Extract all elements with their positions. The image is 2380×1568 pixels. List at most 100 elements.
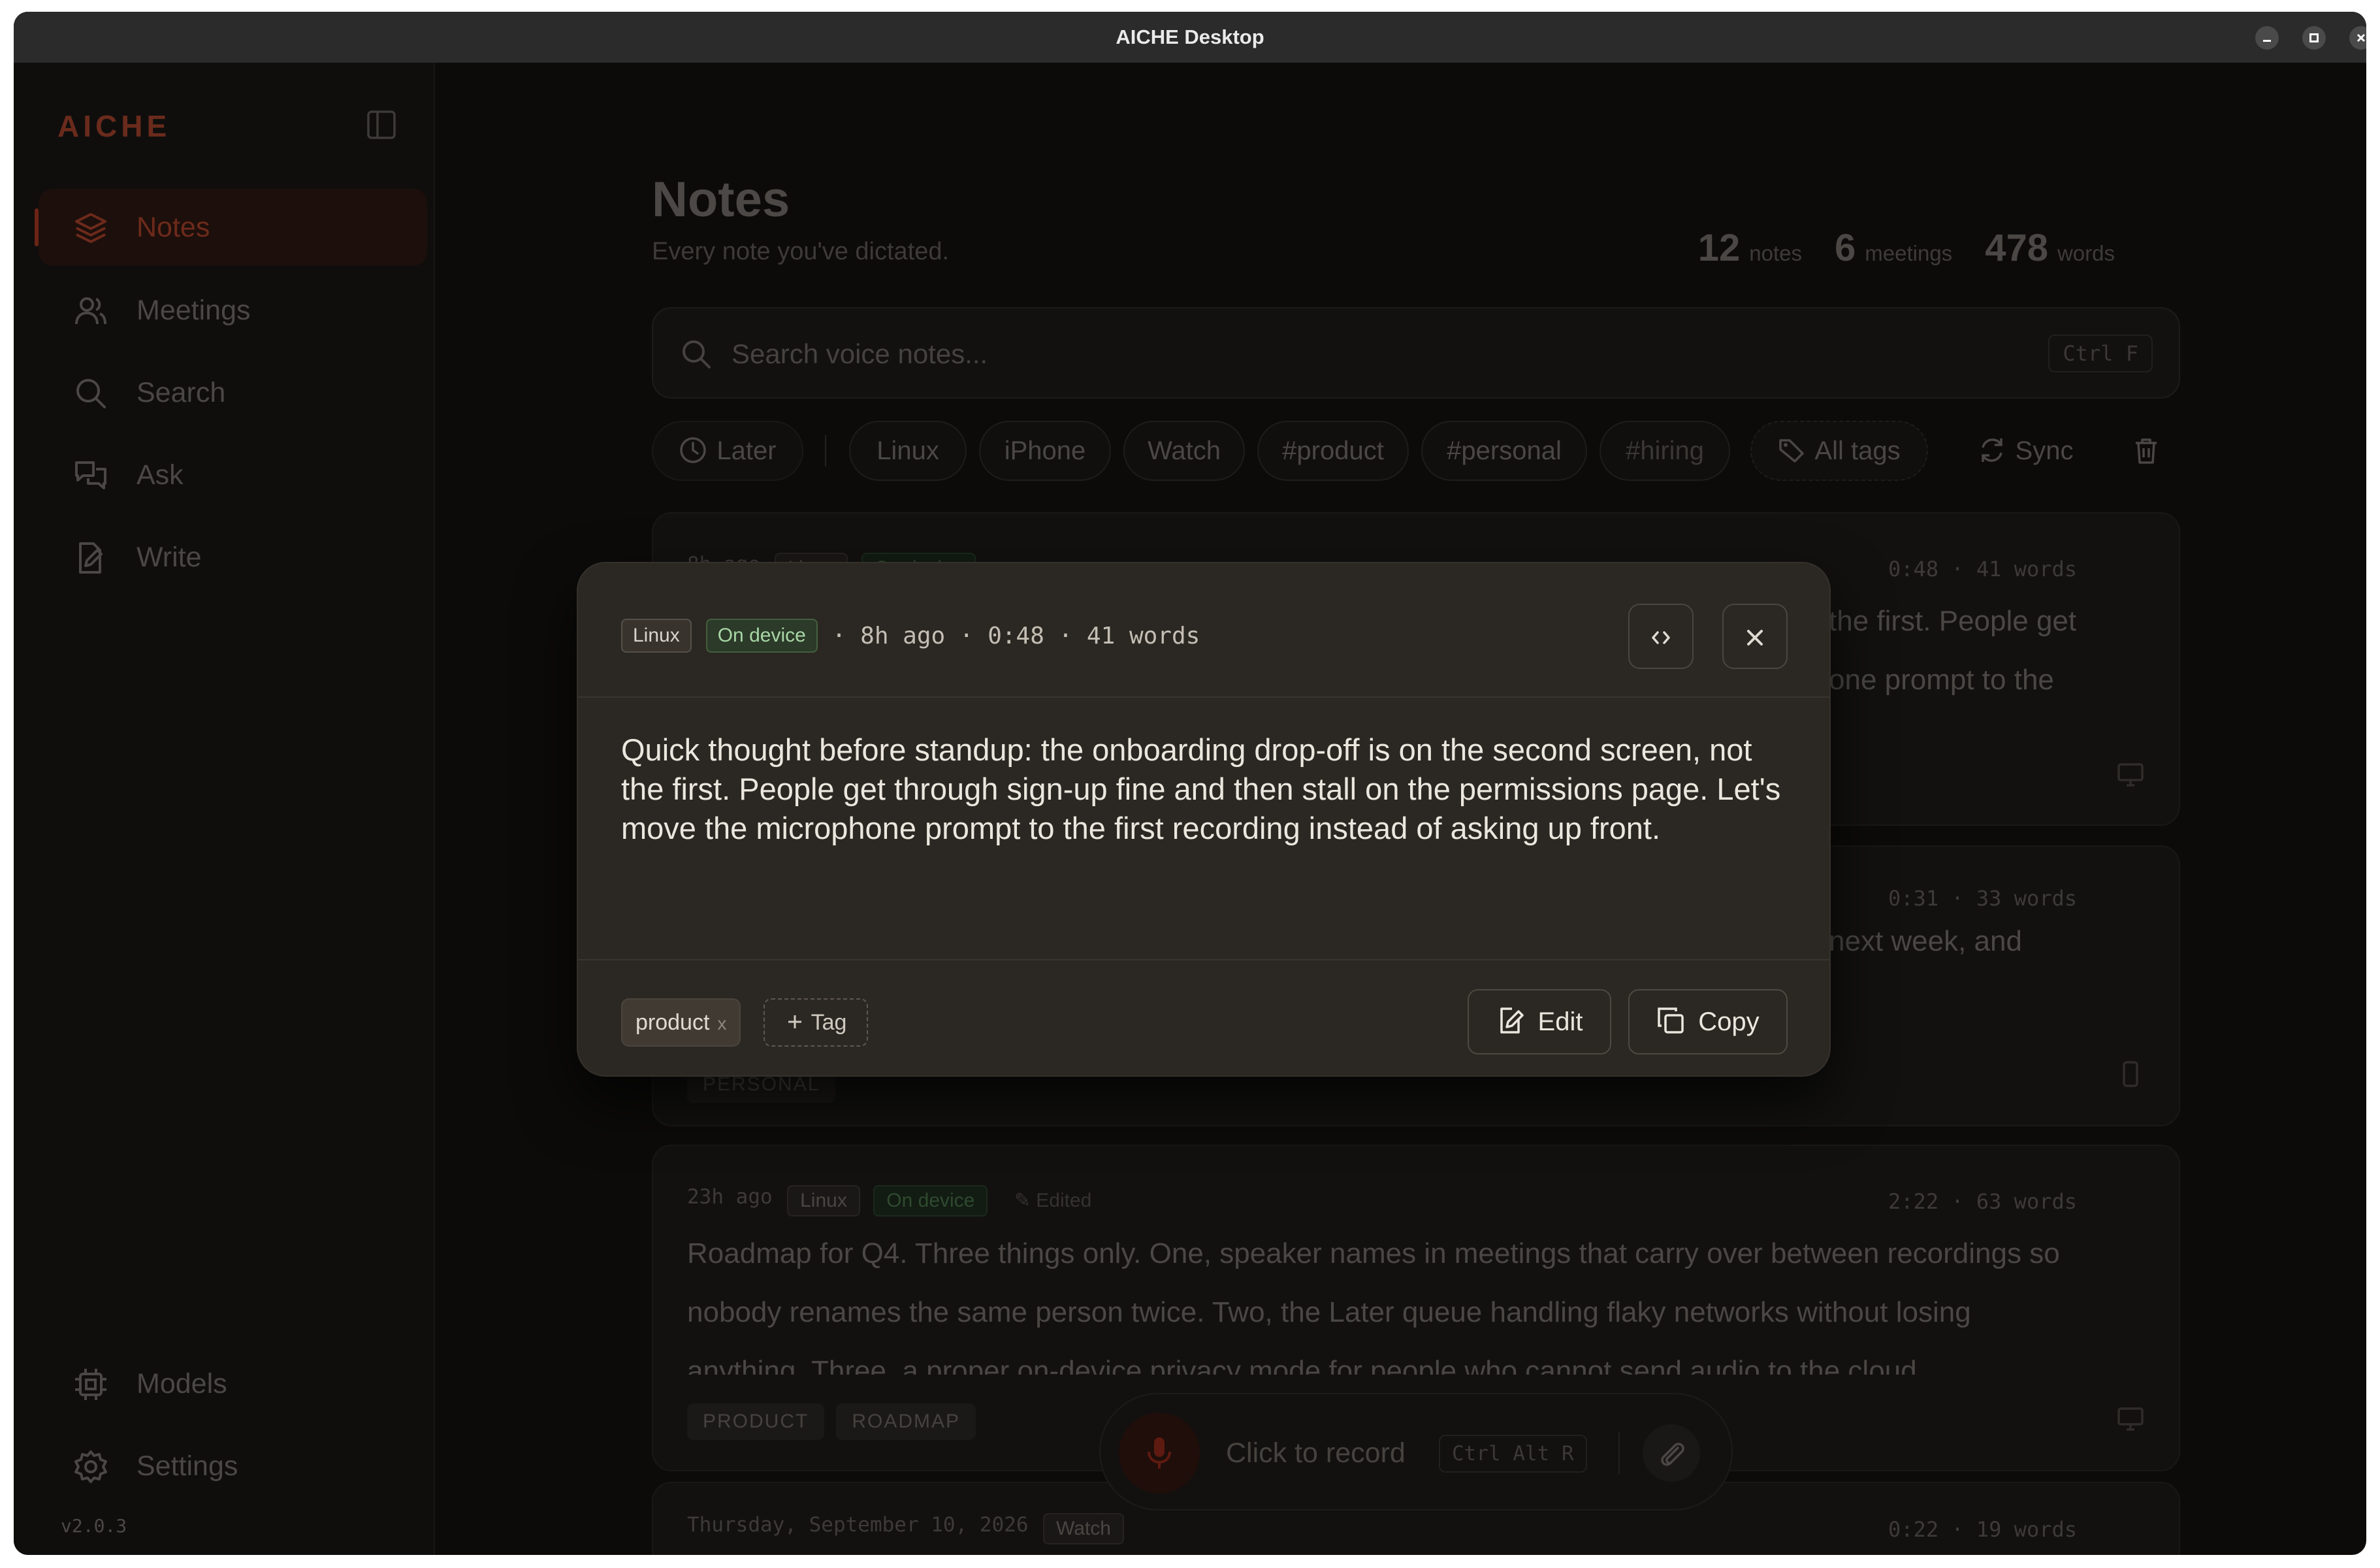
sidebar-item-settings[interactable]: Settings xyxy=(39,1428,427,1505)
filter-chip-linux[interactable]: Linux xyxy=(849,421,967,481)
note-tag-chip: product x xyxy=(621,998,741,1047)
device-badge: Linux xyxy=(787,1185,860,1217)
filter-later-label: Later xyxy=(716,436,777,465)
chip-icon xyxy=(75,1369,106,1400)
note-time: Thursday, September 10, 2026 xyxy=(687,1513,1029,1537)
edited-badge: ✎ Edited xyxy=(1014,1190,1092,1211)
modal-footer: product x Tag Edit Copy xyxy=(578,959,1829,1078)
note-duration: 0:48 · 41 words xyxy=(1888,557,2077,581)
filter-chip-watch[interactable]: Watch xyxy=(1123,421,1245,481)
search-icon xyxy=(683,340,711,368)
notes-count: 12 xyxy=(1697,227,1741,269)
page-subtitle: Every note you've dictated. xyxy=(652,238,950,265)
sync-button[interactable]: Sync xyxy=(1948,421,2102,481)
copy-icon xyxy=(1658,1007,1684,1034)
attach-button[interactable] xyxy=(1643,1424,1700,1482)
modal-meta-text: · 8h ago · 0:48 · 41 words xyxy=(831,622,1200,649)
words-count-label: words xyxy=(2057,241,2115,265)
on-device-badge: On device xyxy=(873,1185,988,1217)
search-shortcut: Ctrl F xyxy=(2048,335,2153,372)
sidebar: AICHE Notes Meetings Search Ask Write Mo… xyxy=(14,63,435,1555)
sidebar-item-ask[interactable]: Ask xyxy=(39,436,427,514)
sidebar-item-meetings[interactable]: Meetings xyxy=(39,272,427,349)
note-duration: 0:31 · 33 words xyxy=(1888,886,2077,911)
sidebar-toggle-icon[interactable] xyxy=(366,110,396,140)
close-modal-button[interactable] xyxy=(1722,604,1788,669)
edit-document-icon xyxy=(79,542,103,574)
modal-header: Linux On device · 8h ago · 0:48 · 41 words xyxy=(578,563,1829,698)
app-version: v2.0.3 xyxy=(61,1515,127,1537)
note-tags: PRODUCT ROADMAP xyxy=(687,1403,988,1440)
users-icon xyxy=(75,297,106,325)
view-source-button[interactable] xyxy=(1628,604,1694,669)
device-badge: Watch xyxy=(1043,1513,1124,1544)
modal-meta: Linux On device · 8h ago · 0:48 · 41 words xyxy=(621,619,1200,653)
minimize-button[interactable] xyxy=(2255,26,2279,50)
title-bar: AICHE Desktop xyxy=(14,12,2366,63)
note-meta: Thursday, September 10, 2026 Watch xyxy=(687,1513,1134,1544)
stats-summary: 12 notes 6 meetings 478 words xyxy=(1698,226,2115,270)
search-input[interactable] xyxy=(732,335,1907,374)
note-meta: 23h ago Linux On device ✎ Edited xyxy=(687,1185,1115,1217)
maximize-button[interactable] xyxy=(2302,26,2326,50)
note-text-fragment: next week, and xyxy=(1829,925,2022,957)
phone-icon xyxy=(2123,1061,2138,1087)
sidebar-item-label: Settings xyxy=(137,1450,238,1482)
remove-tag-button[interactable]: x xyxy=(717,1013,726,1034)
modal-note-text: Quick thought before standup: the onboar… xyxy=(621,732,1781,845)
sidebar-item-models[interactable]: Models xyxy=(39,1345,427,1422)
edit-icon xyxy=(1500,1007,1524,1034)
filter-chip-personal[interactable]: #personal xyxy=(1421,421,1587,481)
on-device-badge: On device xyxy=(705,619,818,653)
chat-icon xyxy=(75,461,106,489)
layers-icon xyxy=(75,213,106,243)
clock-icon xyxy=(680,437,707,464)
trash-icon[interactable] xyxy=(2132,436,2161,465)
filter-divider xyxy=(825,435,826,466)
record-bar: Click to record Ctrl Alt R xyxy=(1099,1393,1733,1511)
note-duration: 0:22 · 19 words xyxy=(1888,1517,2077,1542)
all-tags-button[interactable]: All tags xyxy=(1750,421,1928,481)
sidebar-item-label: Search xyxy=(137,377,226,408)
copy-button[interactable]: Copy xyxy=(1628,989,1788,1054)
desktop-icon xyxy=(2117,1407,2144,1431)
notes-count-label: notes xyxy=(1749,241,1803,265)
add-tag-button[interactable]: Tag xyxy=(764,998,868,1047)
filter-chip-iphone[interactable]: iPhone xyxy=(979,421,1111,481)
close-icon xyxy=(1747,630,1763,645)
close-icon xyxy=(2356,33,2366,42)
note-tag: PRODUCT xyxy=(687,1403,825,1440)
sidebar-item-write[interactable]: Write xyxy=(39,519,427,596)
filter-later[interactable]: Later xyxy=(652,421,803,481)
note-text: Roadmap for Q4. Three things only. One, … xyxy=(687,1237,2060,1375)
gear-icon xyxy=(74,1450,107,1483)
copy-label: Copy xyxy=(1698,1007,1760,1036)
sidebar-item-label: Ask xyxy=(137,459,184,491)
note-text-fragment: the first. People get one prompt to the xyxy=(1829,592,2076,710)
code-icon xyxy=(1652,631,1670,644)
sidebar-item-notes[interactable]: Notes xyxy=(35,189,427,266)
sync-label: Sync xyxy=(2015,436,2074,465)
all-tags-label: All tags xyxy=(1814,436,1901,465)
note-detail-modal: Linux On device · 8h ago · 0:48 · 41 words… xyxy=(577,562,1831,1077)
note-tag-label: product xyxy=(635,1010,710,1035)
meetings-count-label: meetings xyxy=(1865,241,1953,265)
search-bar: Ctrl F xyxy=(652,307,2180,399)
search-icon xyxy=(76,379,106,408)
filter-chip-hiring[interactable]: #hiring xyxy=(1600,421,1730,481)
sidebar-item-label: Models xyxy=(137,1368,227,1399)
filter-bar: Later Linux iPhone Watch #product #perso… xyxy=(652,421,2180,481)
paperclip-icon xyxy=(1661,1443,1684,1466)
window-title: AICHE Desktop xyxy=(1116,25,1264,48)
filter-chip-product[interactable]: #product xyxy=(1257,421,1409,481)
microphone-icon xyxy=(1148,1437,1171,1469)
add-tag-label: Tag xyxy=(811,1010,847,1035)
record-divider xyxy=(1618,1432,1620,1474)
sidebar-item-search[interactable]: Search xyxy=(39,354,427,431)
note-text-line: the first. People get xyxy=(1829,605,2077,637)
record-button[interactable] xyxy=(1119,1413,1200,1494)
page-title: Notes xyxy=(652,172,790,227)
words-count: 478 xyxy=(1985,227,2048,269)
edit-button[interactable]: Edit xyxy=(1468,989,1611,1054)
sidebar-item-label: Meetings xyxy=(137,295,251,326)
